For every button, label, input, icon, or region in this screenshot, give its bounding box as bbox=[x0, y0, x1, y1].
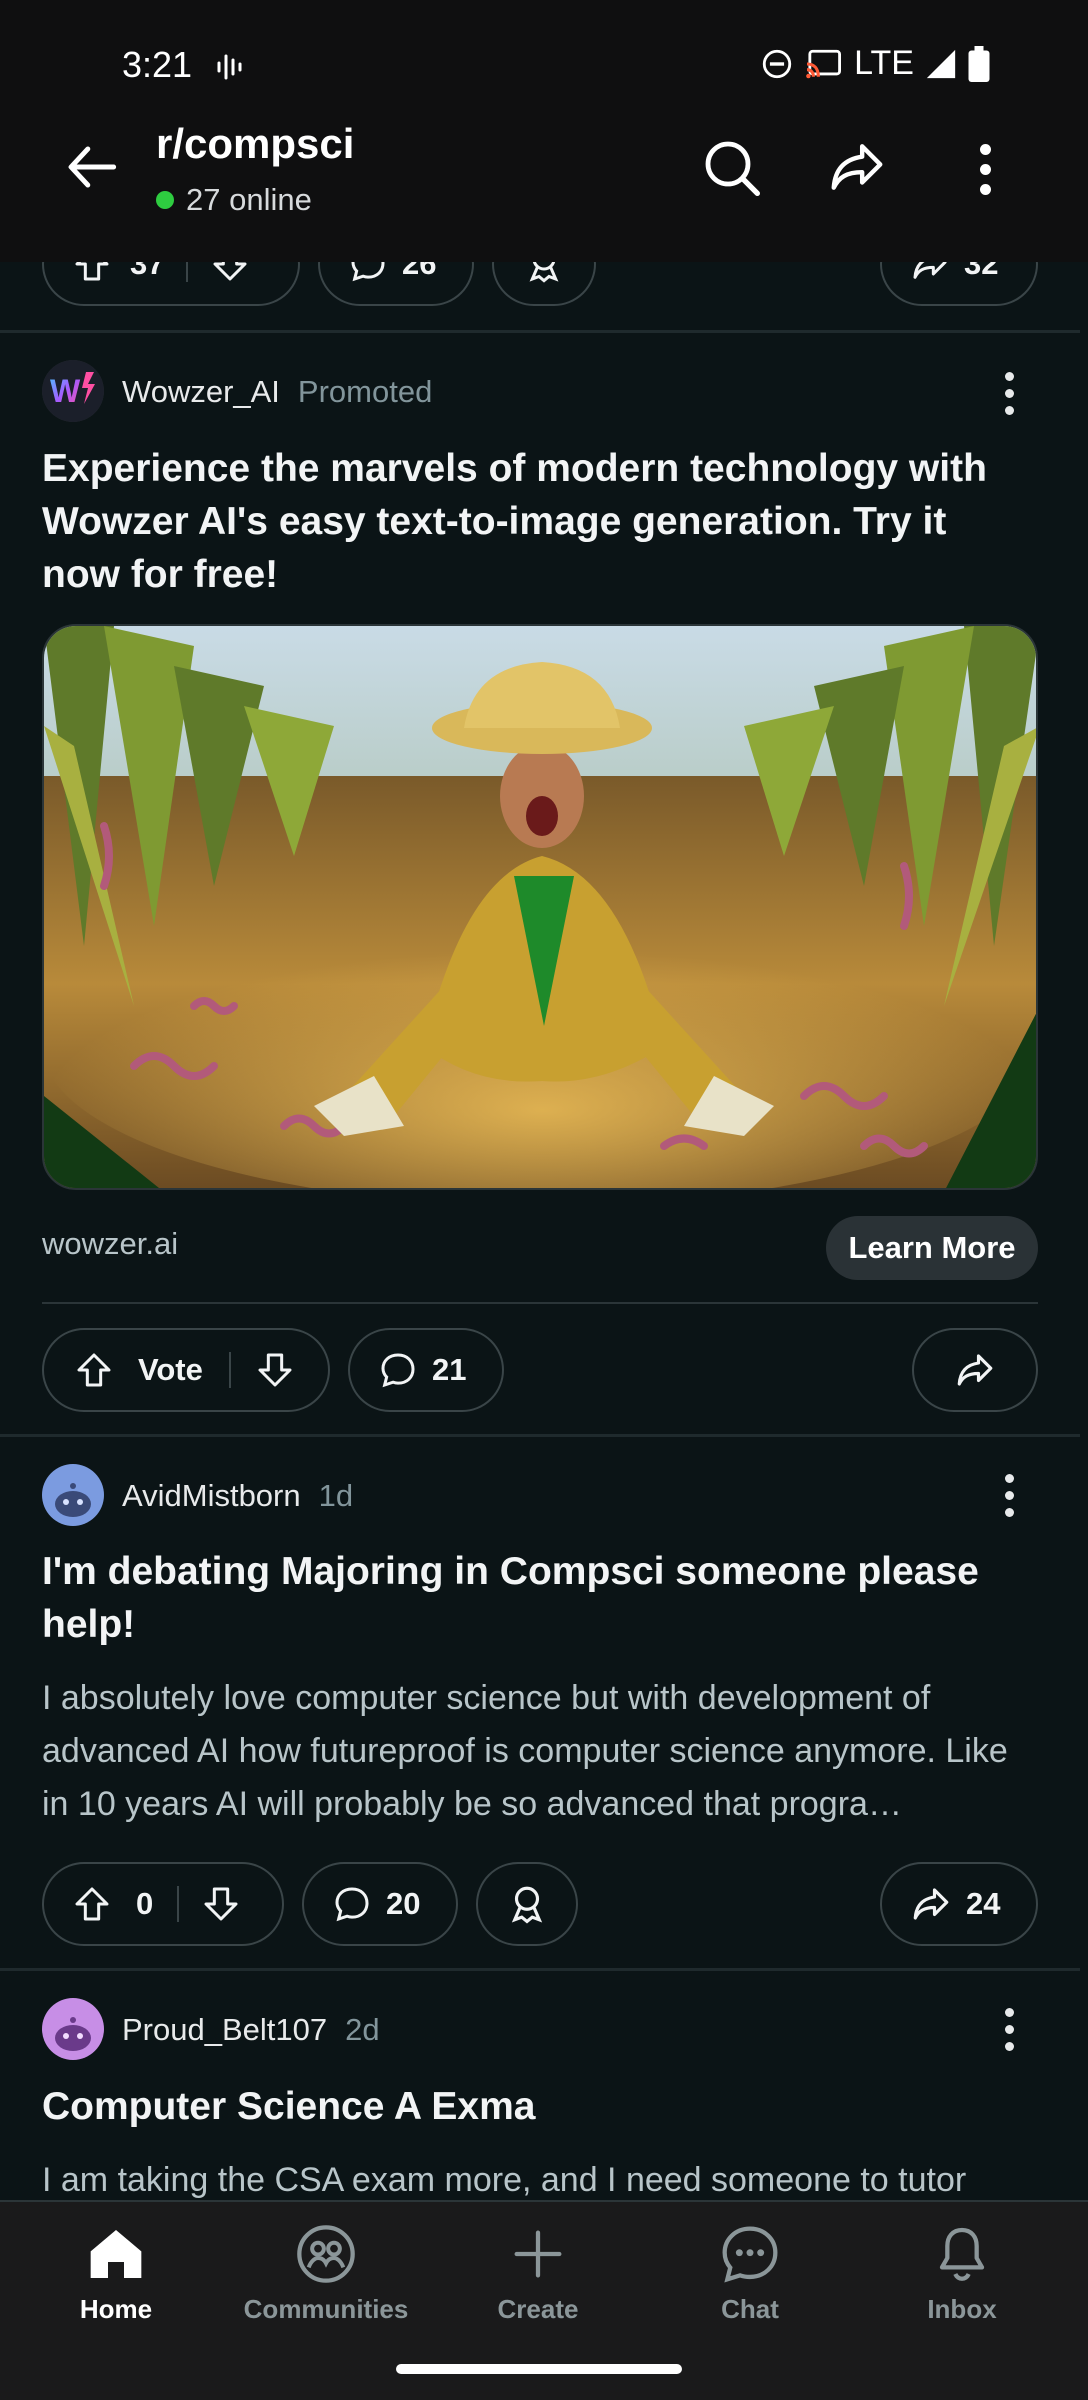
award-icon bbox=[506, 1883, 548, 1925]
bell-icon bbox=[930, 2222, 994, 2286]
post-award-button[interactable] bbox=[476, 1862, 578, 1946]
learn-more-button[interactable]: Learn More bbox=[826, 1216, 1038, 1280]
user-avatar[interactable] bbox=[42, 1464, 104, 1526]
nav-create[interactable]: Create bbox=[438, 2222, 638, 2325]
more-options-icon[interactable] bbox=[980, 144, 992, 203]
cast-icon bbox=[804, 47, 844, 81]
sound-wave-icon bbox=[216, 52, 244, 82]
plus-icon bbox=[506, 2222, 570, 2286]
comment-icon bbox=[378, 1350, 418, 1390]
status-time: 3:21 bbox=[122, 44, 193, 85]
post-age: 2d bbox=[345, 2012, 380, 2047]
post-comment-button[interactable]: 20 bbox=[302, 1862, 458, 1946]
promoted-comment-button[interactable]: 21 bbox=[348, 1328, 504, 1412]
nav-inbox[interactable]: Inbox bbox=[862, 2222, 1062, 2325]
dnd-icon bbox=[760, 47, 794, 81]
search-icon[interactable] bbox=[700, 136, 764, 200]
vote-label: Vote bbox=[138, 1352, 203, 1387]
post-title[interactable]: I'm debating Majoring in Compsci someone… bbox=[42, 1545, 1032, 1651]
post-divider bbox=[0, 330, 1080, 333]
promoted-author[interactable]: Wowzer_AI bbox=[122, 374, 280, 410]
chat-icon bbox=[718, 2222, 782, 2286]
avatar-letter: W bbox=[50, 373, 81, 409]
online-dot bbox=[156, 191, 174, 209]
nav-communities[interactable]: Communities bbox=[226, 2222, 426, 2325]
share-icon[interactable] bbox=[826, 136, 888, 198]
promoted-share-button[interactable] bbox=[912, 1328, 1038, 1412]
promoted-separator bbox=[42, 1302, 1038, 1304]
post-author[interactable]: Proud_Belt107 bbox=[122, 2012, 327, 2048]
promoted-domain[interactable]: wowzer.ai bbox=[42, 1226, 178, 1262]
post-vote-group: 0 bbox=[42, 1862, 284, 1946]
home-icon bbox=[84, 2222, 148, 2286]
nav-label: Home bbox=[79, 2294, 153, 2324]
network-type: LTE bbox=[854, 44, 914, 82]
share-icon bbox=[910, 1883, 952, 1925]
post-meta: Proud_Belt107 2d bbox=[122, 2012, 380, 2048]
upvote-icon[interactable] bbox=[74, 1350, 114, 1390]
nav-label: Create bbox=[497, 2294, 579, 2324]
promoted-image[interactable] bbox=[42, 624, 1038, 1190]
post-author[interactable]: AvidMistborn bbox=[122, 1478, 301, 1514]
battery-icon bbox=[968, 45, 990, 82]
signal-icon bbox=[924, 47, 958, 81]
post-more-icon[interactable] bbox=[1005, 1474, 1017, 1525]
post-share-button[interactable]: 24 bbox=[880, 1862, 1038, 1946]
comment-icon bbox=[332, 1884, 372, 1924]
promoted-label: Promoted bbox=[297, 374, 433, 409]
post-more-icon[interactable] bbox=[1005, 2008, 1017, 2059]
comment-count: 20 bbox=[386, 1886, 421, 1921]
post-title[interactable]: Computer Science A Exma bbox=[42, 2080, 1032, 2133]
online-count: 27 online bbox=[186, 182, 312, 217]
promoted-title[interactable]: Experience the marvels of modern technol… bbox=[42, 442, 1032, 601]
wowzer-avatar[interactable]: W bbox=[42, 360, 104, 422]
vote-count: 0 bbox=[136, 1886, 154, 1921]
user-avatar[interactable] bbox=[42, 1998, 104, 2060]
nav-home[interactable]: Home bbox=[16, 2222, 216, 2325]
share-count: 24 bbox=[966, 1886, 1001, 1921]
post-body[interactable]: I absolutely love computer science but w… bbox=[42, 1672, 1042, 1831]
subreddit-name[interactable]: r/compsci bbox=[156, 120, 354, 168]
status-icons: LTE bbox=[760, 44, 990, 83]
upvote-icon[interactable] bbox=[72, 1884, 112, 1924]
post-age: 1d bbox=[318, 1478, 354, 1513]
promoted-more-icon[interactable] bbox=[1005, 372, 1017, 423]
back-arrow-icon[interactable] bbox=[62, 136, 124, 198]
post-divider bbox=[0, 1434, 1080, 1437]
post-divider bbox=[0, 1968, 1080, 1971]
nav-label: Chat bbox=[721, 2294, 779, 2324]
post-meta: AvidMistborn 1d bbox=[122, 1478, 353, 1514]
communities-icon bbox=[294, 2222, 358, 2286]
comment-count: 21 bbox=[432, 1352, 467, 1387]
share-icon bbox=[954, 1349, 996, 1391]
downvote-icon[interactable] bbox=[201, 1884, 241, 1924]
promoted-vote-group: Vote bbox=[42, 1328, 330, 1412]
nav-label: Inbox bbox=[927, 2294, 997, 2324]
nav-label: Communities bbox=[243, 2294, 409, 2324]
gesture-home-bar[interactable] bbox=[396, 2364, 682, 2374]
promoted-meta: Wowzer_AI Promoted bbox=[122, 374, 432, 410]
nav-chat[interactable]: Chat bbox=[650, 2222, 850, 2325]
online-indicator: 27 online bbox=[156, 182, 312, 218]
top-header: 3:21 LTE r/compsci 27 online bbox=[0, 0, 1088, 262]
downvote-icon[interactable] bbox=[255, 1350, 295, 1390]
